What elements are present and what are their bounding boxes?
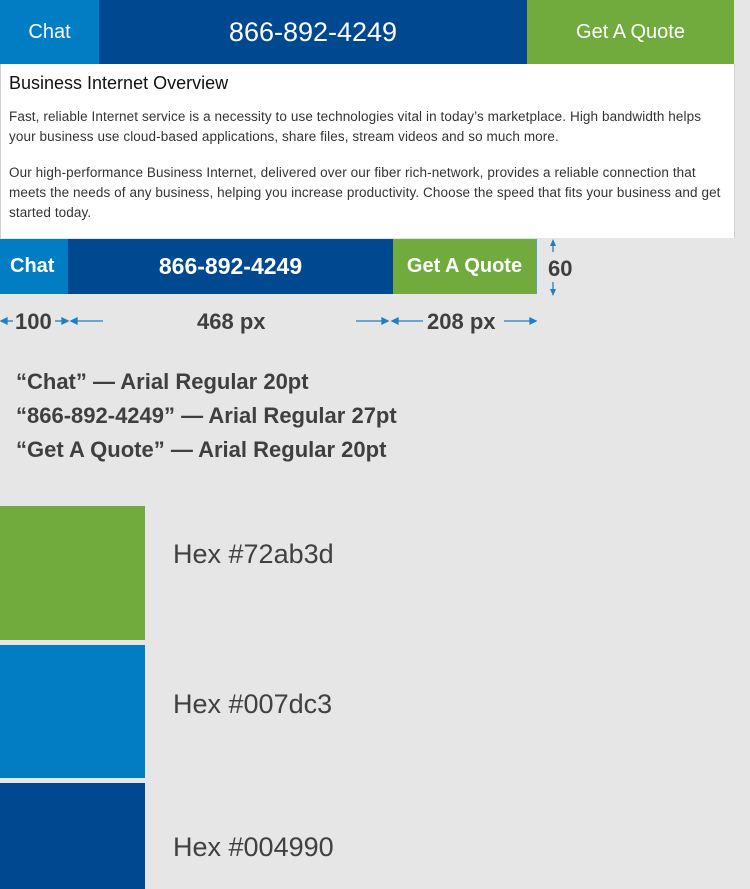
font-spec-phone: “866-892-4249” — Arial Regular 27pt [16, 403, 397, 428]
chat-width-label: 100 [15, 309, 52, 334]
chat-button[interactable]: Chat [0, 0, 99, 64]
spec-chat-segment: Chat [0, 239, 68, 294]
overview-title: Business Internet Overview [9, 73, 229, 93]
quote-width-label: 208 px [427, 309, 496, 334]
chat-button-label: Chat [28, 20, 71, 43]
spec-phone-label: 866-892-4249 [158, 253, 303, 279]
spec-bar-edge [536, 239, 537, 294]
spec-quote-label: Get A Quote [406, 255, 523, 277]
font-spec-chat: “Chat” — Arial Regular 20pt [16, 369, 309, 394]
phone-width-label: 468 px [197, 309, 266, 334]
swatch-green [0, 506, 145, 640]
overview-paragraph-2: Our high-performance Business Internet, … [9, 165, 721, 220]
swatch-light-blue [0, 645, 145, 778]
get-a-quote-label: Get A Quote [576, 20, 685, 43]
overview-paragraph-1: Fast, reliable Internet service is a nec… [9, 109, 702, 144]
spec-quote-segment: Get A Quote [393, 239, 536, 294]
swatch-light-blue-label: Hex #007dc3 [173, 689, 333, 719]
top-cta-bar: Chat 866-892-4249 Get A Quote [0, 0, 734, 64]
font-spec-quote: “Get A Quote” — Arial Regular 20pt [16, 437, 387, 462]
swatch-green-label: Hex #72ab3d [173, 539, 334, 569]
height-dimension-label: 60 [548, 256, 573, 281]
spec-chat-label: Chat [10, 255, 55, 277]
phone-number-link[interactable]: 866-892-4249 [99, 0, 527, 64]
overview-panel: Business Internet Overview Fast, reliabl… [0, 64, 735, 238]
get-a-quote-button[interactable]: Get A Quote [527, 0, 734, 64]
swatch-dark-blue [0, 783, 145, 889]
phone-number-label: 866-892-4249 [228, 16, 398, 47]
swatch-dark-blue-label: Hex #004990 [173, 832, 334, 862]
spec-phone-segment: 866-892-4249 [68, 239, 393, 294]
